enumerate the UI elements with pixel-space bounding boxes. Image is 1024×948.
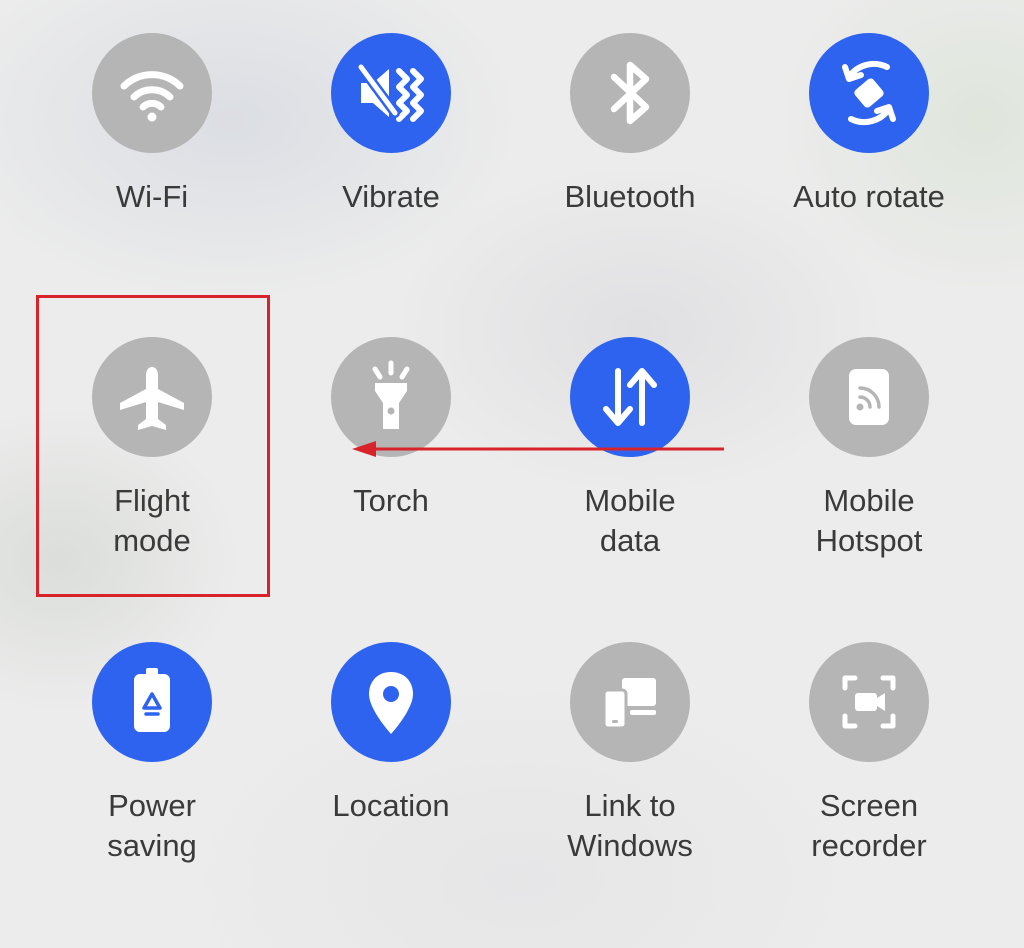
hotspot-icon	[849, 369, 889, 425]
auto-rotate-label: Auto rotate	[793, 179, 945, 214]
location-label: Location	[332, 788, 450, 823]
power-saving-label: Power saving	[107, 788, 197, 863]
mobile-hotspot-label: Mobile Hotspot	[815, 483, 923, 558]
mobile-data-icon	[603, 368, 657, 426]
torch-icon	[372, 360, 410, 429]
bluetooth-toggle[interactable]	[570, 33, 690, 153]
mobile-data-label: Mobile data	[584, 483, 676, 558]
flight-mode-toggle[interactable]	[92, 337, 212, 457]
wifi-toggle[interactable]	[92, 33, 212, 153]
bluetooth-label: Bluetooth	[564, 179, 696, 214]
vibrate-toggle[interactable]	[331, 33, 451, 153]
bluetooth-tile[interactable]: Bluetooth	[520, 33, 740, 217]
flight-mode-label: Flight mode	[113, 483, 191, 558]
auto-rotate-tile[interactable]: Auto rotate	[759, 33, 979, 217]
location-tile[interactable]: Location	[281, 642, 501, 826]
bluetooth-icon	[610, 61, 650, 125]
auto-rotate-icon	[842, 60, 896, 126]
location-toggle[interactable]	[331, 642, 451, 762]
mobile-data-tile[interactable]: Mobile data	[520, 337, 740, 561]
link-to-windows-label: Link to Windows	[567, 788, 693, 863]
torch-tile[interactable]: Torch	[281, 337, 501, 521]
vibrate-tile[interactable]: Vibrate	[281, 33, 501, 217]
link-to-windows-toggle[interactable]	[570, 642, 690, 762]
link-to-windows-tile[interactable]: Link to Windows	[520, 642, 740, 866]
screen-recorder-toggle[interactable]	[809, 642, 929, 762]
power-saving-toggle[interactable]	[92, 642, 212, 762]
flight-mode-tile[interactable]: Flight mode	[42, 337, 262, 561]
vibrate-label: Vibrate	[342, 179, 440, 214]
airplane-icon	[120, 367, 184, 430]
screen-recorder-label: Screen recorder	[811, 788, 927, 863]
torch-label: Torch	[353, 483, 429, 518]
auto-rotate-toggle[interactable]	[809, 33, 929, 153]
link-to-windows-icon	[602, 678, 656, 730]
wifi-label: Wi-Fi	[115, 179, 189, 214]
mobile-hotspot-toggle[interactable]	[809, 337, 929, 457]
torch-toggle[interactable]	[331, 337, 451, 457]
vibrate-icon	[356, 62, 424, 122]
power-saving-icon	[134, 668, 170, 732]
power-saving-tile[interactable]: Power saving	[42, 642, 262, 866]
wifi-icon	[120, 71, 184, 122]
mobile-data-toggle[interactable]	[570, 337, 690, 457]
screen-recorder-tile[interactable]: Screen recorder	[759, 642, 979, 866]
location-pin-icon	[369, 672, 413, 734]
wifi-tile[interactable]: Wi-Fi	[42, 33, 262, 217]
mobile-hotspot-tile[interactable]: Mobile Hotspot	[759, 337, 979, 561]
screen-recorder-icon	[842, 675, 896, 729]
